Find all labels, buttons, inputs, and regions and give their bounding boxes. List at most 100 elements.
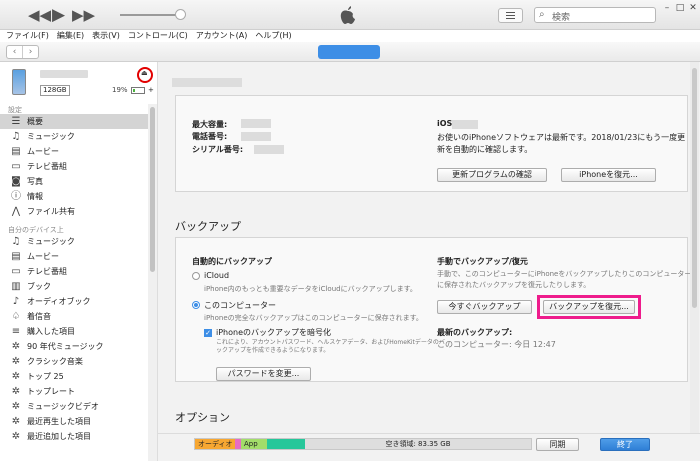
icloud-label[interactable]: iCloud [204,271,229,280]
encrypt-label[interactable]: iPhoneのバックアップを暗号化 [216,327,331,338]
menu-help[interactable]: ヘルプ(H) [255,30,291,42]
menu-bar: ファイル(F) 編集(E) 表示(V) コントロール(C) アカウント(A) ヘ… [0,30,700,42]
sidebar-item-label: 最近再生した項目 [27,417,91,426]
ios-label: iOS [437,119,453,128]
list-view-button[interactable] [498,8,523,23]
encrypt-checkbox[interactable]: ✓ [204,329,212,337]
storage-bar: オーディオ App 空き領域: 83.35 GB [194,438,532,450]
change-password-button[interactable]: パスワードを変更... [216,367,311,381]
sidebar-item-label: 概要 [27,117,43,126]
device-title-redacted [172,78,242,87]
sidebar-item-label: テレビ番組 [27,267,67,276]
sidebar-item-label: トップ 25 [27,372,64,381]
check-update-button[interactable]: 更新プログラムの確認 [437,168,547,182]
sidebar-item[interactable]: ✲ トップ 25 [0,369,148,384]
sidebar-item[interactable]: ⋀ ファイル共有 [0,204,148,219]
volume-track[interactable] [120,14,182,16]
sidebar-item[interactable]: ♪ オーディオブック [0,294,148,309]
sidebar-item-label: 最近追加した項目 [27,432,91,441]
search-placeholder: 検索 [552,13,571,23]
list-icon [506,12,515,19]
sidebar-item-label: 情報 [27,192,43,201]
computer-radio[interactable] [192,301,200,309]
player-bar: ◀◀ ▶ ▶▶ ⌕ 検索 – □ ✕ [0,0,700,30]
sidebar-item[interactable]: ☰ 概要 [0,114,148,129]
restore-iphone-button[interactable]: iPhoneを復元... [561,168,656,182]
sidebar-item[interactable]: ≡ 購入した項目 [0,324,148,339]
sidebar-item[interactable]: ♫ ミュージック [0,129,148,144]
restore-backup-button[interactable]: バックアップを復元... [543,300,635,314]
sidebar-item[interactable]: ▤ ムービー [0,249,148,264]
backup-now-button[interactable]: 今すぐバックアップ [437,300,532,314]
phone-redacted [241,132,271,141]
main-scrollbar-thumb[interactable] [692,68,697,308]
menu-account[interactable]: アカウント(A) [196,30,248,42]
menu-edit[interactable]: 編集(E) [57,30,84,42]
sidebar-item[interactable]: ▭ テレビ番組 [0,159,148,174]
maximize-icon[interactable]: □ [674,3,686,13]
encrypt-desc-2: ックアップを作成できるようになります。 [216,347,330,354]
sidebar-scrollbar-thumb[interactable] [150,107,155,272]
sidebar-item[interactable]: ✲ ミュージックビデオ [0,399,148,414]
music-icon: ♫ [11,236,21,247]
sidebar-item-label: ファイル共有 [27,207,75,216]
storage-free-label: 空き領域: 83.35 GB [385,440,451,448]
summary-icon: ☰ [11,116,21,127]
sidebar-item[interactable]: ⓘ 情報 [0,189,148,204]
sidebar-item-label: クラシック音楽 [27,357,83,366]
battery-icon [131,87,145,94]
movie-icon: ▤ [11,251,21,262]
search-field[interactable]: ⌕ 検索 [534,7,656,23]
bottom-bar: オーディオ App 空き領域: 83.35 GB 同期 終了 [158,433,700,461]
sidebar-item-label: オーディオブック [27,297,91,306]
icloud-radio[interactable] [192,272,200,280]
nav-arrows: ‹ › [6,45,39,59]
sidebar-item[interactable]: ✲ 最近再生した項目 [0,414,148,429]
sync-button[interactable]: 同期 [536,438,579,451]
menu-controls[interactable]: コントロール(C) [128,30,188,42]
sidebar-item[interactable]: ◙ 写真 [0,174,148,189]
computer-label[interactable]: このコンピューター [204,300,276,311]
settings-header: 設定 [8,106,22,114]
sidebar-item-label: ミュージック [27,237,75,246]
close-icon[interactable]: ✕ [687,3,699,13]
sidebar-item[interactable]: ♤ 着信音 [0,309,148,324]
capacity-label: 最大容量: [192,120,228,129]
battery-level [133,89,135,92]
menu-view[interactable]: 表示(V) [92,30,120,42]
info-icon: ⓘ [11,191,21,202]
sidebar-item[interactable]: ✲ 90 年代ミュージック [0,339,148,354]
done-button[interactable]: 終了 [600,438,650,451]
volume-knob[interactable] [175,9,186,20]
iphone-icon [12,69,26,95]
sidebar-item[interactable]: ✲ クラシック音楽 [0,354,148,369]
menu-file[interactable]: ファイル(F) [6,30,49,42]
main-content: 最大容量: 電話番号: シリアル番号: iOS お使いのiPhoneソフトウェア… [158,62,700,433]
sidebar-item[interactable]: ✲ 最近追加した項目 [0,429,148,444]
latest-backup-title: 最新のバックアップ: [437,328,513,337]
sidebar-item[interactable]: ✲ トップレート [0,384,148,399]
device-tab[interactable] [318,45,380,59]
tv-icon: ▭ [11,266,21,277]
phone-label: 電話番号: [192,132,228,141]
back-icon[interactable]: ‹ [7,46,23,58]
sidebar-item[interactable]: ▭ テレビ番組 [0,264,148,279]
sidebar-item-label: ムービー [27,252,59,261]
nav-bar: ‹ › [0,42,700,62]
audiobook-icon: ♪ [12,296,20,307]
sidebar-item[interactable]: ▤ ムービー [0,144,148,159]
fast-forward-icon[interactable]: ▶▶ [72,6,95,24]
rewind-icon[interactable]: ◀◀ [28,6,51,24]
gear-icon: ✲ [11,431,21,442]
book-icon: ▥ [11,281,21,292]
sidebar-item-label: 写真 [27,177,43,186]
gear-icon: ✲ [11,356,21,367]
sidebar-item[interactable]: ♫ ミュージック [0,234,148,249]
play-icon[interactable]: ▶ [52,6,65,24]
eject-icon[interactable]: ⏏ [141,69,148,77]
backup-title: バックアップ [175,220,241,233]
minimize-icon[interactable]: – [661,3,673,13]
sidebar-item[interactable]: ▥ ブック [0,279,148,294]
forward-icon[interactable]: › [23,46,38,58]
music-icon: ♫ [11,131,21,142]
